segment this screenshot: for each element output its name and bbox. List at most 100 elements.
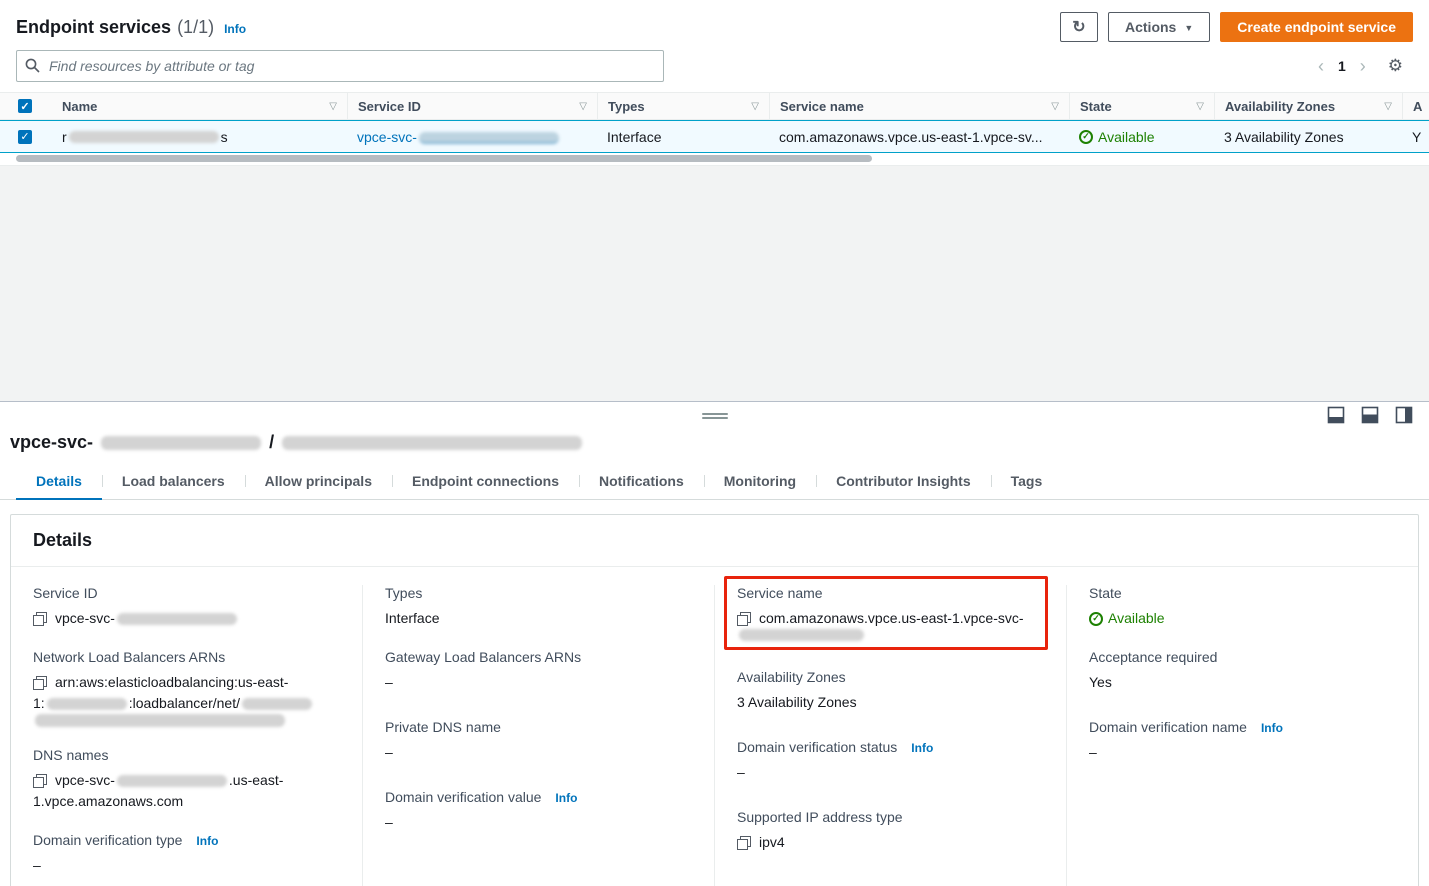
service-id-link[interactable]: vpce-svc- [357, 129, 561, 145]
field-label: Acceptance required [1089, 649, 1396, 665]
sort-icon[interactable]: ▽ [329, 101, 337, 112]
column-header-truncated[interactable]: A [1402, 93, 1429, 119]
column-header-label: A [1413, 99, 1422, 114]
row-checkbox[interactable]: ✓ [18, 130, 32, 144]
field-state: State ✓ Available [1089, 585, 1396, 629]
resource-id-prefix: vpce-svc- [10, 432, 93, 453]
field-label: Service name [737, 585, 1044, 601]
field-value: – [385, 672, 692, 693]
field-label: Types [385, 585, 692, 601]
panel-position-side-button[interactable] [1395, 406, 1413, 427]
redacted-text [419, 132, 559, 144]
availability-zones-link[interactable]: 3 Availability Zones [737, 692, 857, 713]
copy-icon[interactable] [33, 774, 47, 788]
details-card: Details Service ID vpce-svc- Network Loa… [10, 514, 1419, 886]
tab-notifications[interactable]: Notifications [579, 463, 704, 499]
tab-endpoint-connections[interactable]: Endpoint connections [392, 463, 579, 499]
field-value: .us-east- [229, 770, 283, 791]
field-value: com.amazonaws.vpce.us-east-1.vpce-svc- [759, 608, 1024, 629]
select-all-cell: ✓ [0, 93, 52, 119]
panel-split-icon [1361, 406, 1379, 424]
copy-icon[interactable] [737, 612, 751, 626]
refresh-button[interactable]: ↻ [1060, 12, 1098, 42]
field-domain-verification-type: Domain verification type Info – [33, 832, 340, 876]
column-header-types[interactable]: Types ▽ [597, 93, 769, 119]
redacted-text [101, 436, 261, 450]
info-link[interactable]: Info [1261, 721, 1283, 735]
row-types-cell: Interface [597, 121, 769, 152]
select-all-checkbox[interactable]: ✓ [18, 99, 32, 113]
field-acceptance-required: Acceptance required Yes [1089, 649, 1396, 693]
row-state-cell: ✓ Available [1069, 121, 1214, 152]
field-domain-verification-name: Domain verification name Info – [1089, 719, 1396, 763]
panel-position-bottom-button[interactable] [1327, 406, 1345, 427]
panel-side-icon [1395, 406, 1413, 424]
availability-zones-link[interactable]: 3 Availability Zones [1224, 129, 1344, 145]
field-label: Gateway Load Balancers ARNs [385, 649, 692, 665]
check-icon: ✓ [20, 130, 29, 143]
field-value: Yes [1089, 672, 1396, 693]
column-header-label: Service name [780, 99, 864, 114]
details-column-3: Service name com.amazonaws.vpce.us-east-… [714, 585, 1066, 886]
tab-tags[interactable]: Tags [991, 463, 1063, 499]
sort-icon[interactable]: ▽ [751, 101, 759, 112]
check-circle-icon: ✓ [1089, 612, 1103, 626]
copy-icon[interactable] [33, 676, 47, 690]
create-endpoint-service-button[interactable]: Create endpoint service [1220, 12, 1413, 42]
sort-icon[interactable]: ▽ [1384, 101, 1392, 112]
field-label: Domain verification status [737, 739, 897, 755]
column-header-service-id[interactable]: Service ID ▽ [347, 93, 597, 119]
state-text: Available [1098, 129, 1155, 145]
tab-allow-principals[interactable]: Allow principals [245, 463, 392, 499]
column-header-state[interactable]: State ▽ [1069, 93, 1214, 119]
endpoint-services-table: ✓ Name ▽ Service ID ▽ Types ▽ Service na… [0, 92, 1429, 153]
redacted-text [47, 698, 127, 710]
tab-contributor-insights[interactable]: Contributor Insights [816, 463, 991, 499]
caret-down-icon: ▼ [1184, 23, 1193, 33]
info-link[interactable]: Info [196, 834, 218, 848]
refresh-icon: ↻ [1072, 17, 1085, 37]
tab-details[interactable]: Details [16, 463, 102, 499]
tab-load-balancers[interactable]: Load balancers [102, 463, 245, 499]
preferences-gear-button[interactable]: ⚙ [1388, 56, 1403, 76]
tab-monitoring[interactable]: Monitoring [704, 463, 816, 499]
sort-icon[interactable]: ▽ [579, 101, 587, 112]
field-nlb-arns: Network Load Balancers ARNs arn:aws:elas… [33, 649, 340, 727]
prev-page-button[interactable]: ‹ [1318, 57, 1324, 75]
column-header-service-name[interactable]: Service name ▽ [769, 93, 1069, 119]
column-header-availability-zones[interactable]: Availability Zones ▽ [1214, 93, 1402, 119]
table-row[interactable]: ✓ r s vpce-svc- Interface com.amazonaws.… [0, 120, 1429, 153]
info-link[interactable]: Info [555, 791, 577, 805]
sort-icon[interactable]: ▽ [1196, 101, 1204, 112]
field-label: DNS names [33, 747, 340, 763]
field-glb-arns: Gateway Load Balancers ARNs – [385, 649, 692, 693]
column-header-label: Types [608, 99, 645, 114]
copy-icon[interactable] [33, 612, 47, 626]
info-link[interactable]: Info [224, 22, 246, 36]
info-link[interactable]: Info [911, 741, 933, 755]
field-value: 1: [33, 693, 45, 714]
redacted-text [117, 613, 237, 625]
field-service-id: Service ID vpce-svc- [33, 585, 340, 629]
split-panel-drag-handle[interactable] [702, 411, 728, 421]
resource-count: (1/1) [177, 17, 214, 38]
sort-icon[interactable]: ▽ [1051, 101, 1059, 112]
redacted-text [35, 714, 285, 727]
panel-position-split-button[interactable] [1361, 406, 1379, 427]
field-label: State [1089, 585, 1396, 601]
column-header-name[interactable]: Name ▽ [52, 93, 347, 119]
actions-button-label: Actions [1125, 19, 1176, 35]
status-badge: ✓ Available [1089, 608, 1165, 629]
page-number[interactable]: 1 [1338, 58, 1346, 74]
details-column-2: Types Interface Gateway Load Balancers A… [362, 585, 714, 886]
panel-layout-controls [1327, 406, 1413, 427]
row-availability-zones-cell: 3 Availability Zones [1214, 121, 1402, 152]
actions-button[interactable]: Actions ▼ [1108, 12, 1210, 42]
horizontal-scrollbar[interactable] [0, 153, 1429, 165]
detail-tabs: Details Load balancers Allow principals … [0, 463, 1429, 500]
scrollbar-thumb[interactable] [16, 155, 872, 162]
search-box [16, 50, 664, 82]
copy-icon[interactable] [737, 836, 751, 850]
next-page-button[interactable]: › [1360, 57, 1366, 75]
search-input[interactable] [16, 50, 664, 82]
